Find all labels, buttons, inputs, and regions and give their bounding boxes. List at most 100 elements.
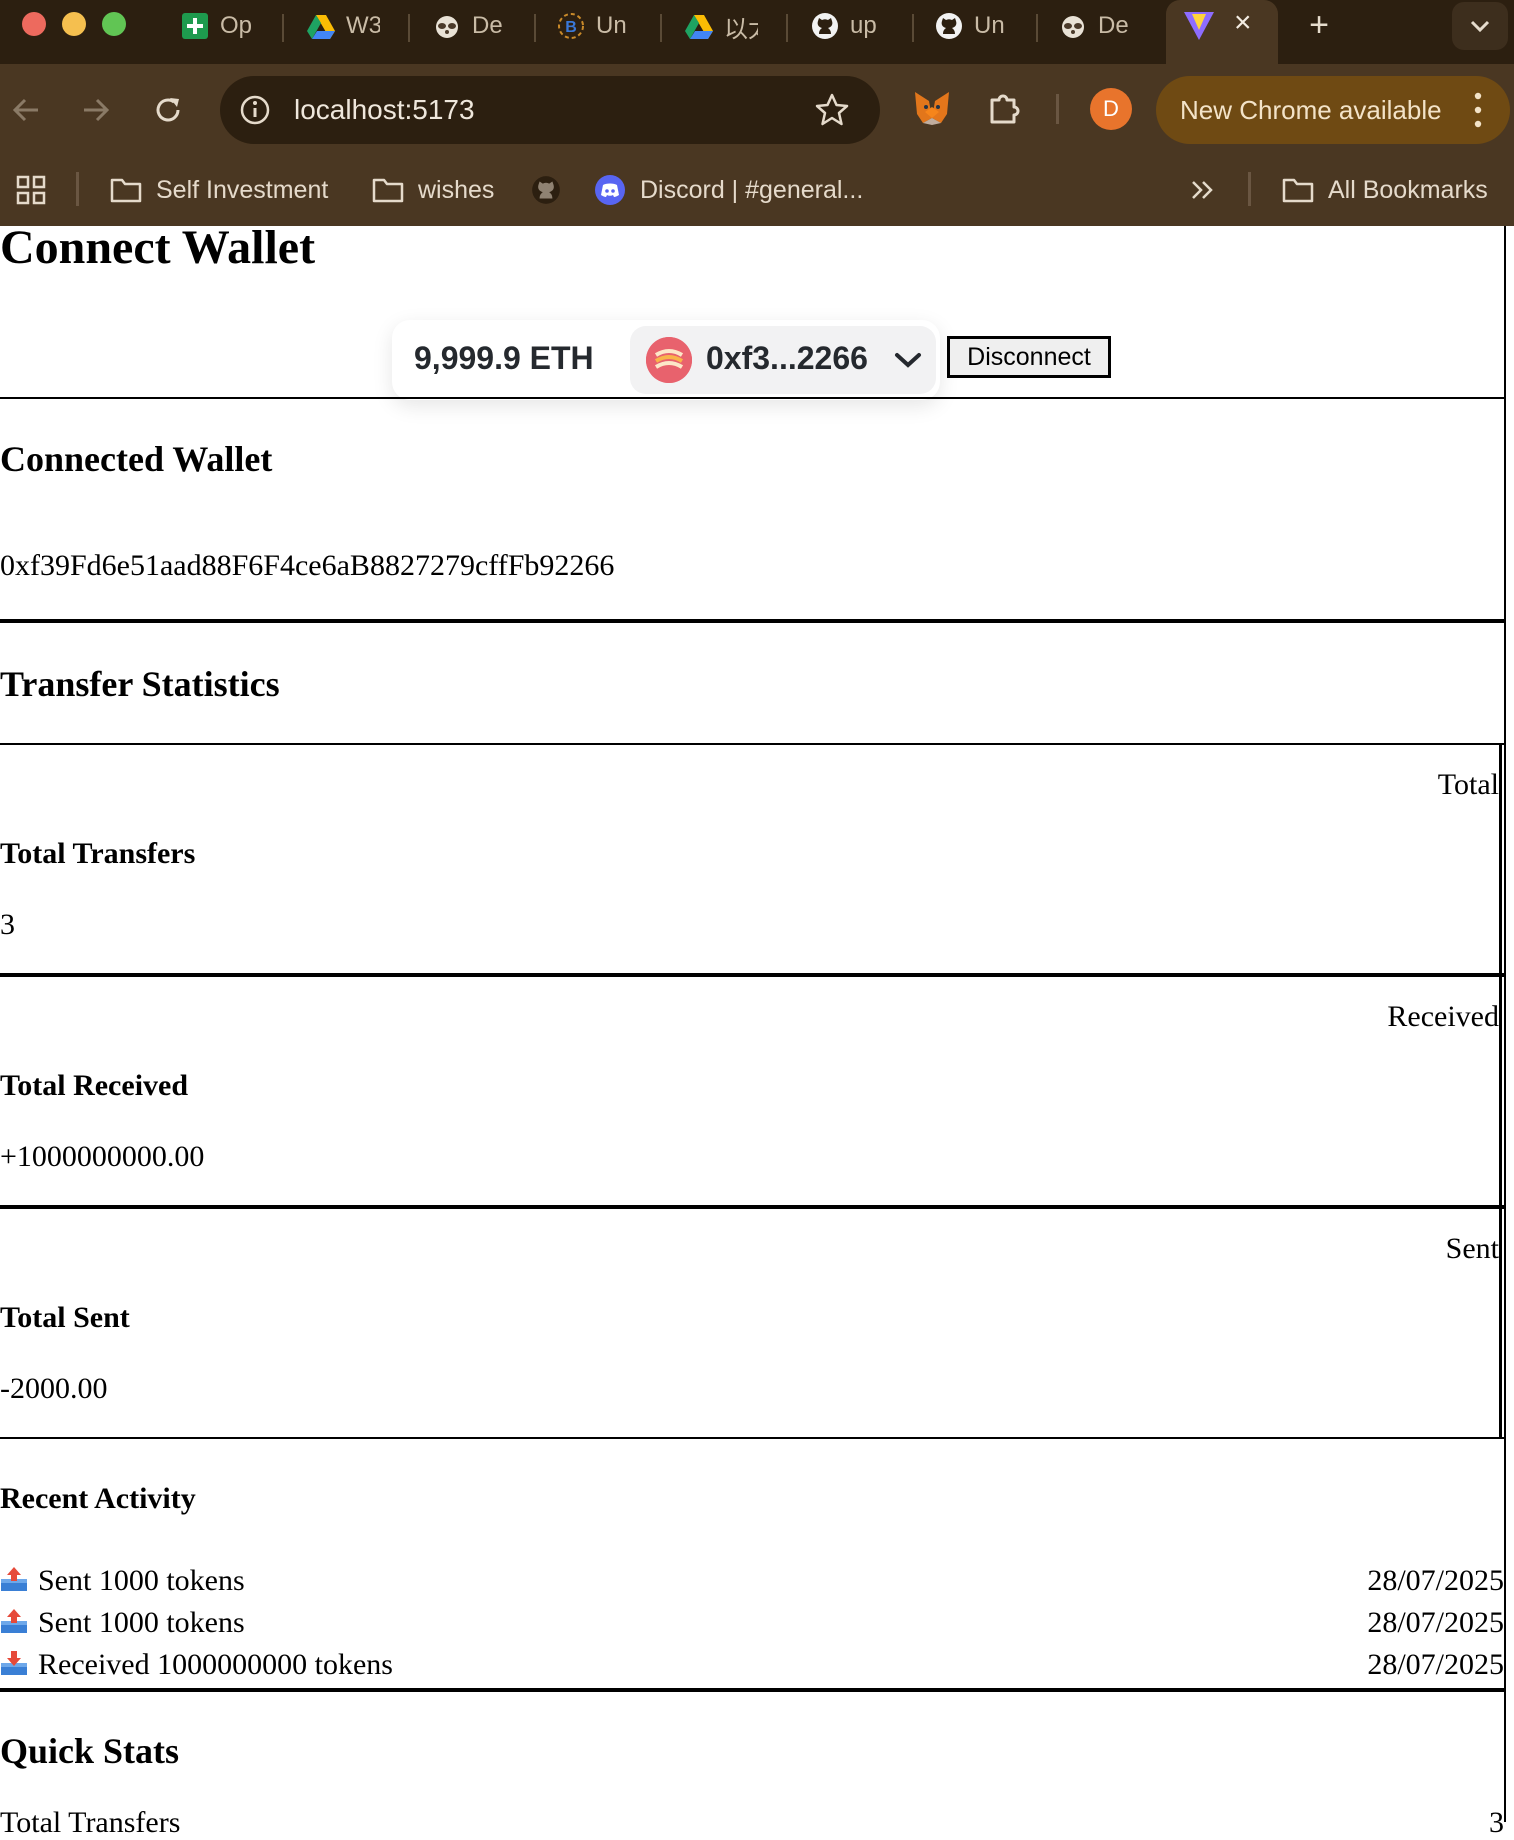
stat-card-value: -2000.00 bbox=[0, 1372, 108, 1405]
stat-card-label: Total Sent bbox=[0, 1301, 130, 1334]
divider bbox=[0, 1688, 1504, 1692]
disconnect-button[interactable]: Disconnect bbox=[947, 336, 1111, 378]
reload-icon[interactable] bbox=[150, 92, 186, 128]
inbox-tray-icon bbox=[1, 1651, 27, 1675]
divider bbox=[0, 397, 1504, 399]
back-icon[interactable] bbox=[8, 92, 44, 128]
activity-item: Received 1000000000 tokens bbox=[0, 1648, 393, 1682]
address-bar[interactable]: localhost:5173 bbox=[220, 76, 880, 144]
google-sheets-icon bbox=[180, 11, 210, 41]
bookmark-wishes[interactable]: wishes bbox=[372, 170, 494, 210]
account-short-address: 0xf3...2266 bbox=[706, 340, 868, 376]
browser-tab[interactable]: B Un bbox=[556, 6, 630, 46]
bookmark-label: Self Investment bbox=[156, 175, 329, 204]
metamask-fox-icon[interactable] bbox=[912, 88, 952, 128]
stat-card-sent: Sent Total Sent -2000.00 bbox=[0, 1208, 1502, 1438]
svg-text:B: B bbox=[565, 19, 577, 36]
site-info-icon[interactable] bbox=[238, 93, 272, 127]
transfer-statistics-heading: Transfer Statistics bbox=[0, 664, 280, 704]
tab-separator bbox=[1036, 14, 1038, 42]
tab-separator bbox=[534, 14, 536, 42]
all-bookmarks-button[interactable]: All Bookmarks bbox=[1282, 170, 1488, 210]
google-drive-icon bbox=[684, 11, 714, 41]
tab-separator bbox=[408, 14, 410, 42]
tab-search-button[interactable] bbox=[1452, 2, 1508, 50]
browser-tab[interactable]: Un bbox=[934, 6, 1008, 46]
google-drive-icon bbox=[306, 11, 336, 41]
close-tab-icon[interactable]: × bbox=[1234, 6, 1252, 40]
chevron-down-icon bbox=[1470, 20, 1490, 33]
update-chrome-button[interactable]: New Chrome available bbox=[1156, 76, 1510, 144]
tab-separator bbox=[786, 14, 788, 42]
chevron-down-icon bbox=[895, 353, 921, 368]
stat-card-label: Total Received bbox=[0, 1069, 189, 1102]
maximize-window-button[interactable] bbox=[102, 12, 126, 36]
stat-card-value: +1000000000.00 bbox=[0, 1140, 205, 1173]
github-icon bbox=[810, 11, 840, 41]
bookmark-star-icon[interactable] bbox=[814, 92, 850, 128]
stat-card-tag: Sent bbox=[1445, 1232, 1499, 1265]
browser-tab[interactable]: W3 bbox=[306, 6, 380, 46]
browser-tab[interactable]: De bbox=[1058, 6, 1132, 46]
browser-tab[interactable]: up bbox=[810, 6, 884, 46]
bookmarks-separator bbox=[1248, 172, 1251, 206]
account-button[interactable]: 0xf3...2266 bbox=[630, 326, 936, 394]
bookmark-label: wishes bbox=[418, 175, 495, 204]
page-title: Connect Wallet bbox=[0, 221, 316, 274]
browser-tab[interactable]: De bbox=[432, 6, 506, 46]
forward-icon[interactable] bbox=[78, 92, 114, 128]
vite-icon bbox=[1182, 8, 1216, 42]
connected-wallet-heading: Connected Wallet bbox=[0, 439, 273, 479]
discord-icon bbox=[595, 175, 625, 205]
tab-title: Un bbox=[596, 12, 627, 39]
url-text: localhost:5173 bbox=[294, 94, 475, 125]
quick-stats-value: 3 bbox=[1489, 1806, 1504, 1839]
tab-title: up bbox=[850, 12, 877, 39]
all-bookmarks-label: All Bookmarks bbox=[1328, 175, 1488, 204]
wallet-address: 0xf39Fd6e51aad88F6F4ce6aB8827279cffFb922… bbox=[0, 549, 615, 582]
activity-text: Received 1000000000 tokens bbox=[38, 1648, 393, 1681]
stat-card-total: Total Total Transfers 3 bbox=[0, 744, 1502, 974]
new-tab-button[interactable]: + bbox=[1304, 8, 1334, 42]
more-bookmarks-icon[interactable] bbox=[1190, 170, 1230, 210]
quick-stats-label: Total Transfers bbox=[0, 1806, 181, 1839]
bookmarks-separator bbox=[76, 172, 79, 206]
tab-separator bbox=[660, 14, 662, 42]
active-browser-tab[interactable]: × bbox=[1166, 0, 1278, 64]
stat-card-label: Total Transfers bbox=[0, 837, 196, 870]
tab-title: De bbox=[1098, 12, 1129, 39]
bookmark-discord[interactable]: Discord | #general... bbox=[594, 170, 863, 210]
outbox-tray-icon bbox=[1, 1567, 27, 1591]
toolbar-separator bbox=[1056, 94, 1059, 124]
activity-item: Sent 1000 tokens bbox=[0, 1606, 245, 1640]
outbox-tray-icon bbox=[1, 1609, 27, 1633]
stat-card-received: Received Total Received +1000000000.00 bbox=[0, 976, 1502, 1206]
extensions-puzzle-icon[interactable] bbox=[984, 88, 1024, 128]
activity-text: Sent 1000 tokens bbox=[38, 1606, 245, 1639]
minimize-window-button[interactable] bbox=[62, 12, 86, 36]
raccoon-icon bbox=[432, 11, 462, 41]
more-menu-icon[interactable] bbox=[1474, 90, 1482, 130]
bookmark-github[interactable] bbox=[530, 170, 576, 210]
stat-card-value: 3 bbox=[0, 908, 15, 941]
apps-grid-icon[interactable] bbox=[16, 170, 60, 210]
tab-title: Un bbox=[974, 12, 1005, 39]
activity-date: 28/07/2025 bbox=[1367, 1564, 1504, 1597]
tab-title: W3 bbox=[346, 12, 380, 39]
tab-title: 以太 bbox=[724, 15, 758, 43]
wallet-balance: 9,999.9 ETH bbox=[414, 340, 594, 376]
page-content: Connect Wallet 9,999.9 ETH 0xf3...2266 D… bbox=[0, 221, 1506, 1839]
account-avatar-icon bbox=[646, 337, 692, 383]
browser-tab[interactable]: 以太 bbox=[684, 6, 758, 46]
github-icon bbox=[532, 176, 560, 204]
blockchain-icon: B bbox=[556, 11, 586, 41]
profile-avatar[interactable]: D bbox=[1090, 88, 1132, 130]
tab-separator bbox=[912, 14, 914, 42]
tab-strip: Op W3 De B Un 以太 up bbox=[0, 0, 1514, 64]
close-window-button[interactable] bbox=[22, 12, 46, 36]
bookmark-label: Discord | #general... bbox=[640, 175, 864, 204]
activity-date: 28/07/2025 bbox=[1367, 1606, 1504, 1639]
browser-tab[interactable]: Op bbox=[180, 6, 254, 46]
bookmark-self-investment[interactable]: Self Investment bbox=[110, 170, 328, 210]
divider bbox=[0, 619, 1504, 623]
